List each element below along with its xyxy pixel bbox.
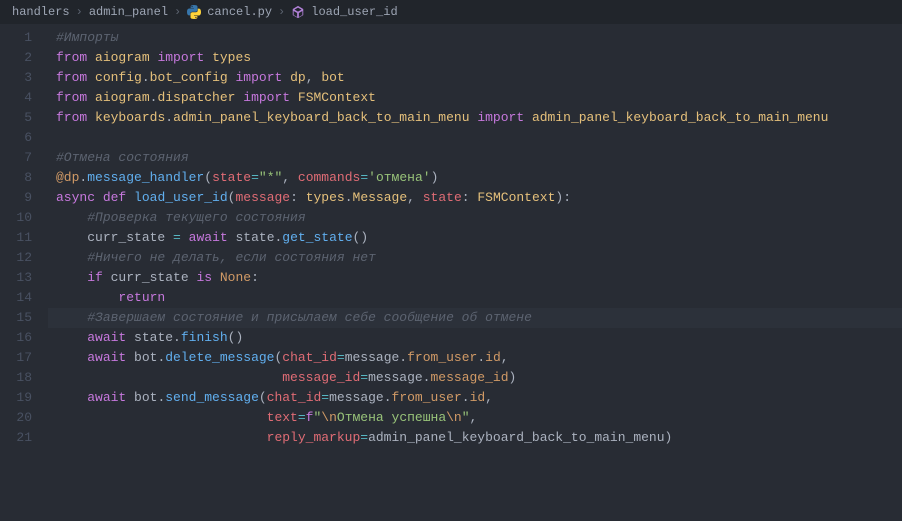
code-line[interactable]: await bot.delete_message(chat_id=message…	[48, 348, 902, 368]
code-line[interactable]: from keyboards.admin_panel_keyboard_back…	[48, 108, 902, 128]
code-line[interactable]: from aiogram.dispatcher import FSMContex…	[48, 88, 902, 108]
line-number: 4	[0, 88, 32, 108]
line-number: 20	[0, 408, 32, 428]
code-line[interactable]: message_id=message.message_id)	[48, 368, 902, 388]
line-number: 7	[0, 148, 32, 168]
code-line[interactable]: from aiogram import types	[48, 48, 902, 68]
line-number: 8	[0, 168, 32, 188]
line-number: 1	[0, 28, 32, 48]
python-file-icon	[187, 5, 201, 19]
breadcrumb-part[interactable]: load_user_id	[311, 5, 397, 19]
line-number: 3	[0, 68, 32, 88]
line-number: 11	[0, 228, 32, 248]
code-line[interactable]: await state.finish()	[48, 328, 902, 348]
breadcrumb-part[interactable]: admin_panel	[89, 5, 168, 19]
code-line[interactable]: async def load_user_id(message: types.Me…	[48, 188, 902, 208]
line-number: 6	[0, 128, 32, 148]
code-line[interactable]: curr_state = await state.get_state()	[48, 228, 902, 248]
line-number: 12	[0, 248, 32, 268]
line-number: 18	[0, 368, 32, 388]
symbol-method-icon	[291, 5, 305, 19]
chevron-right-icon: ›	[174, 5, 181, 19]
breadcrumb-part[interactable]: handlers	[12, 5, 70, 19]
chevron-right-icon: ›	[278, 5, 285, 19]
code-line[interactable]: #Ничего не делать, если состояния нет	[48, 248, 902, 268]
code-line[interactable]: return	[48, 288, 902, 308]
line-number: 15	[0, 308, 32, 328]
code-line[interactable]	[48, 128, 902, 148]
line-number: 21	[0, 428, 32, 448]
code-line[interactable]: #Импорты	[48, 28, 902, 48]
code-line[interactable]: text=f"\nОтмена успешна\n",	[48, 408, 902, 428]
code-line[interactable]: reply_markup=admin_panel_keyboard_back_t…	[48, 428, 902, 448]
code-line[interactable]: #Отмена состояния	[48, 148, 902, 168]
line-number-gutter: 123456789101112131415161718192021	[0, 24, 48, 521]
code-line[interactable]: @dp.message_handler(state="*", commands=…	[48, 168, 902, 188]
code-line[interactable]: if curr_state is None:	[48, 268, 902, 288]
breadcrumb[interactable]: handlers › admin_panel › cancel.py › loa…	[0, 0, 902, 24]
line-number: 9	[0, 188, 32, 208]
line-number: 14	[0, 288, 32, 308]
line-number: 16	[0, 328, 32, 348]
code-line[interactable]: await bot.send_message(chat_id=message.f…	[48, 388, 902, 408]
code-editor[interactable]: 123456789101112131415161718192021 #Импор…	[0, 24, 902, 521]
code-line[interactable]: from config.bot_config import dp, bot	[48, 68, 902, 88]
line-number: 19	[0, 388, 32, 408]
line-number: 10	[0, 208, 32, 228]
line-number: 5	[0, 108, 32, 128]
line-number: 13	[0, 268, 32, 288]
chevron-right-icon: ›	[76, 5, 83, 19]
breadcrumb-part[interactable]: cancel.py	[207, 5, 272, 19]
code-content[interactable]: #Импортыfrom aiogram import typesfrom co…	[48, 24, 902, 521]
code-line[interactable]: #Проверка текущего состояния	[48, 208, 902, 228]
line-number: 2	[0, 48, 32, 68]
line-number: 17	[0, 348, 32, 368]
code-line[interactable]: #Завершаем состояние и присылаем себе со…	[48, 308, 902, 328]
